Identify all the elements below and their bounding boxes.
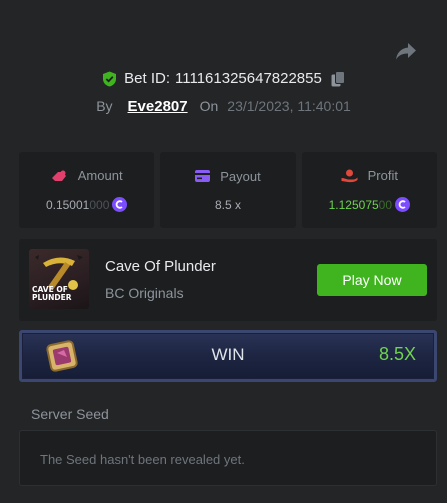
by-label: By bbox=[96, 98, 113, 114]
profit-stat: Profit 1.125075 00 bbox=[301, 152, 437, 228]
profit-value: 1.125075 bbox=[328, 197, 379, 212]
profit-label: Profit bbox=[367, 168, 398, 183]
payout-value: 8.5 x bbox=[214, 197, 241, 212]
game-thumbnail-text: CAVE OF PLUNDER bbox=[32, 285, 72, 302]
server-seed-label: Server Seed bbox=[31, 406, 109, 422]
share-button[interactable] bbox=[395, 41, 417, 61]
bet-timestamp: 23/1/2023, 11:40:01 bbox=[227, 98, 351, 114]
game-card: CAVE OF PLUNDER Cave Of Plunder BC Origi… bbox=[19, 239, 437, 321]
hand-coin-icon bbox=[341, 169, 358, 182]
amount-value: 0.15001 bbox=[45, 197, 90, 212]
bet-id-value: 111161325647822855 bbox=[175, 70, 322, 87]
result-multiplier: 8.5X bbox=[378, 344, 416, 364]
game-provider: BC Originals bbox=[105, 285, 184, 301]
bet-id-label: Bet ID: bbox=[124, 70, 171, 87]
payout-label: Payout bbox=[220, 168, 261, 184]
server-seed-box: The Seed hasn't been revealed yet. bbox=[19, 430, 437, 486]
payout-stat: Payout 8.5 x bbox=[160, 152, 296, 228]
bet-id-row: Bet ID: 111161325647822855 bbox=[0, 70, 447, 87]
bc-coin-icon bbox=[395, 197, 411, 212]
amount-value-padding: 000 bbox=[89, 197, 110, 212]
result-banner: WIN 8.5X bbox=[19, 330, 437, 382]
result-label: WIN bbox=[211, 345, 245, 364]
game-thumbnail[interactable]: CAVE OF PLUNDER bbox=[29, 249, 89, 309]
amount-stat: Amount 0.15001 000 bbox=[19, 152, 155, 228]
profit-value-padding: 00 bbox=[378, 197, 393, 212]
share-arrow-icon bbox=[396, 43, 416, 60]
server-seed-message: The Seed hasn't been revealed yet. bbox=[40, 452, 245, 467]
username-link[interactable]: Eve2807 bbox=[128, 98, 188, 115]
play-now-button[interactable]: Play Now bbox=[317, 264, 427, 296]
amount-label: Amount bbox=[77, 168, 123, 183]
coin-bag-icon bbox=[51, 170, 66, 181]
card-icon bbox=[195, 170, 211, 182]
copy-icon[interactable] bbox=[331, 70, 345, 87]
bc-coin-icon bbox=[112, 197, 128, 212]
bet-stats: Amount 0.15001 000 Payout 8.5 x Profit 1… bbox=[19, 152, 437, 228]
bet-author-row: By Eve2807 On 23/1/2023, 11:40:01 bbox=[0, 98, 447, 115]
game-title[interactable]: Cave Of Plunder bbox=[105, 258, 216, 275]
on-label: On bbox=[199, 98, 219, 114]
shield-check-icon bbox=[103, 71, 117, 86]
